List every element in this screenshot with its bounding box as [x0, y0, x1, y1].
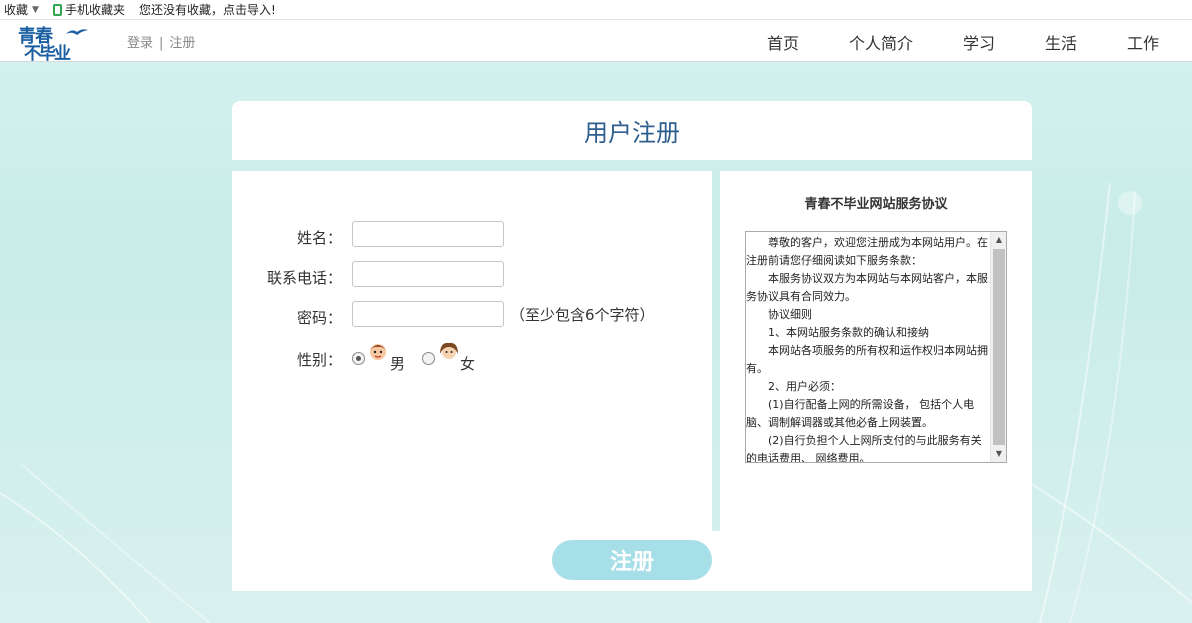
girl-avatar-icon — [440, 342, 458, 359]
boy-avatar-icon — [370, 344, 386, 360]
agreement-paragraph: 本服务协议双方为本网站与本网站客户，本服务协议具有合同效力。 — [746, 272, 988, 303]
agreement-paragraph: 本网站各项服务的所有权和运作权归本网站拥有。 — [746, 344, 988, 375]
scroll-down-icon[interactable]: ▼ — [991, 446, 1006, 462]
gender-row: 性别： 男 女 — [232, 342, 712, 373]
agreement-scrollbar[interactable]: ▲ ▼ — [990, 232, 1006, 462]
nav-home[interactable]: 首页 — [767, 30, 799, 54]
logo-text-line2: 不毕业 — [24, 44, 71, 64]
agreement-title: 青春不毕业网站服务协议 — [804, 197, 948, 212]
gender-male-radio[interactable] — [352, 352, 365, 365]
top-nav: 青春 不毕业 登录 | 注册 — [0, 20, 1192, 64]
agreement-paragraph: (1)自行配备上网的所需设备， 包括个人电脑、调制解调器或其他必备上网装置。 — [746, 398, 975, 429]
title-card: 用户注册 — [232, 101, 1032, 160]
nav-profile[interactable]: 个人简介 — [849, 30, 913, 54]
gender-male-label: 男 — [390, 355, 406, 373]
bird-icon — [66, 29, 88, 35]
favorites-menu[interactable]: 收藏 — [0, 1, 28, 18]
gender-label: 性别： — [296, 351, 342, 369]
page-title: 用户注册 — [584, 119, 680, 147]
nav-work[interactable]: 工作 — [1127, 30, 1159, 54]
password-input[interactable] — [352, 301, 504, 327]
scroll-up-icon[interactable]: ▲ — [991, 232, 1006, 248]
phone-label: 联系电话： — [266, 269, 342, 287]
nav-life[interactable]: 生活 — [1045, 30, 1077, 54]
name-row: 姓名： — [232, 221, 712, 249]
gender-female-label: 女 — [460, 355, 476, 373]
chevron-down-icon[interactable]: ▼ — [32, 5, 39, 15]
mobile-favorites-link[interactable]: 手机收藏夹 — [65, 1, 125, 18]
agreement-paragraph: 尊敬的客户，欢迎您注册成为本网站用户。在注册前请您仔细阅读如下服务条款： — [746, 236, 988, 267]
login-link[interactable]: 登录 — [127, 36, 153, 51]
registration-form: 姓名： 联系电话： 密码： （至少包含6个字符） 性别： 男 女 — [232, 171, 712, 531]
phone-icon — [52, 3, 62, 16]
agreement-paragraph: (2)自行负担个人上网所支付的与此服务有关的电话费用、 网络费用。 — [746, 434, 982, 463]
agreement-text: 尊敬的客户，欢迎您注册成为本网站用户。在注册前请您仔细阅读如下服务条款： 本服务… — [746, 234, 990, 463]
gender-female-radio[interactable] — [422, 352, 435, 365]
name-label: 姓名： — [296, 229, 342, 247]
password-hint: （至少包含6个字符） — [510, 306, 655, 324]
auth-links: 登录 | 注册 — [127, 32, 195, 51]
site-logo[interactable]: 青春 不毕业 — [16, 22, 92, 64]
phone-input[interactable] — [352, 261, 504, 287]
name-input[interactable] — [352, 221, 504, 247]
nav-study[interactable]: 学习 — [963, 30, 995, 54]
agreement-panel: 青春不毕业网站服务协议 尊敬的客户，欢迎您注册成为本网站用户。在注册前请您仔细阅… — [720, 171, 1032, 531]
password-label: 密码： — [296, 309, 342, 327]
auth-divider: | — [159, 36, 164, 51]
bookmark-bar: 收藏 ▼ 手机收藏夹 您还没有收藏，点击导入! — [0, 0, 1192, 20]
gender-group: 男 女 — [352, 342, 552, 375]
register-submit-button[interactable]: 注册 — [552, 540, 712, 580]
agreement-paragraph: 2、用户必须： — [768, 380, 841, 393]
password-row: 密码： （至少包含6个字符） — [232, 301, 712, 329]
register-link[interactable]: 注册 — [169, 36, 195, 51]
scrollbar-thumb[interactable] — [993, 249, 1005, 445]
agreement-paragraph: 协议细则 — [768, 308, 812, 321]
phone-row: 联系电话： — [232, 261, 712, 289]
agreement-textbox[interactable]: 尊敬的客户，欢迎您注册成为本网站用户。在注册前请您仔细阅读如下服务条款： 本服务… — [745, 231, 1007, 463]
import-bookmarks-link[interactable]: 您还没有收藏，点击导入! — [139, 1, 276, 18]
agreement-paragraph: 1、本网站服务条款的确认和接纳 — [768, 326, 929, 339]
submit-panel: 注册 — [232, 531, 1032, 591]
